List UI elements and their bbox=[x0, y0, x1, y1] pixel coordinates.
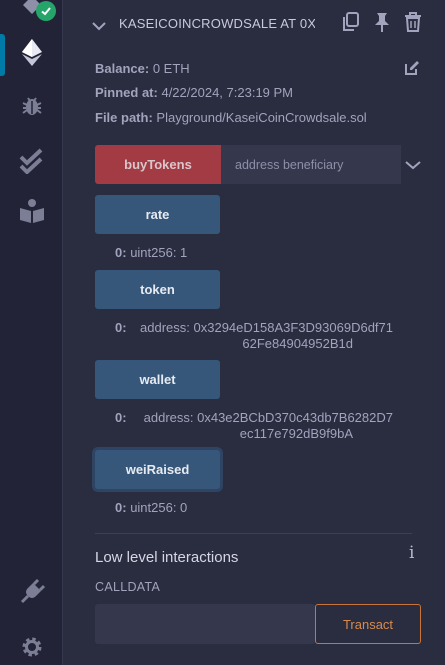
token-result-index: 0: bbox=[115, 320, 127, 335]
weiraised-result: 0: uint256: 0 bbox=[115, 500, 188, 515]
balance-info: Balance: 0 ETH bbox=[95, 61, 190, 76]
testing-tab[interactable] bbox=[0, 141, 63, 185]
contract-header: KASEICOINCROWDSALE AT 0X80 bbox=[64, 0, 445, 50]
rate-button[interactable]: rate bbox=[95, 195, 220, 234]
learn-book-icon bbox=[18, 198, 46, 229]
solidity-ethereum-icon bbox=[18, 37, 46, 72]
learneth-tab[interactable] bbox=[0, 191, 63, 235]
solidity-tab[interactable] bbox=[0, 32, 63, 76]
buy-tokens-button[interactable]: buyTokens bbox=[95, 145, 221, 184]
low-level-title: Low level interactions bbox=[95, 549, 239, 566]
plugin-manager-tab[interactable] bbox=[0, 572, 63, 616]
contract-title: KASEICOINCROWDSALE AT 0X80 bbox=[119, 16, 315, 31]
icon-sidebar bbox=[0, 0, 63, 665]
rate-result: 0: uint256: 1 bbox=[115, 245, 188, 260]
pin-icon[interactable] bbox=[374, 12, 390, 37]
wallet-result-index: 0: bbox=[115, 410, 127, 425]
copy-icon[interactable] bbox=[342, 12, 360, 37]
trash-icon[interactable] bbox=[404, 12, 422, 37]
expand-params-chevron-icon[interactable] bbox=[405, 157, 421, 175]
transact-button[interactable]: Transact bbox=[315, 604, 421, 644]
weiraised-button[interactable]: weiRaised bbox=[95, 450, 220, 489]
token-button[interactable]: token bbox=[95, 270, 220, 309]
collapse-chevron-icon[interactable] bbox=[92, 18, 106, 36]
info-icon[interactable]: i bbox=[409, 543, 414, 563]
pinned-info: Pinned at: 4/22/2024, 7:23:19 PM bbox=[95, 85, 294, 100]
settings-tab[interactable] bbox=[0, 627, 63, 665]
debugger-icon bbox=[20, 94, 44, 123]
deployed-contract-panel: KASEICOINCROWDSALE AT 0X80 Balance: 0 ET… bbox=[64, 0, 445, 665]
contract-actions bbox=[342, 12, 422, 37]
calldata-input[interactable] bbox=[95, 604, 315, 644]
beneficiary-address-input[interactable]: address beneficiary bbox=[221, 145, 401, 184]
edit-icon[interactable] bbox=[404, 60, 420, 81]
wallet-button[interactable]: wallet bbox=[95, 360, 220, 399]
calldata-label: CALLDATA bbox=[95, 580, 161, 594]
section-divider bbox=[95, 533, 412, 534]
token-result: address: 0x3294eD158A3F3D93069D6df71 62F… bbox=[140, 320, 393, 351]
wallet-result: address: 0x43e2BCbD370c43db7B6282D7 ec11… bbox=[143, 410, 393, 441]
success-check-icon bbox=[36, 1, 56, 21]
debugger-tab[interactable] bbox=[0, 86, 63, 130]
test-checks-icon bbox=[18, 148, 46, 179]
filepath-info: File path: Playground/KaseiCoinCrowdsale… bbox=[95, 110, 367, 125]
buy-tokens-row: buyTokens address beneficiary bbox=[95, 145, 401, 184]
settings-gear-icon bbox=[20, 635, 44, 664]
plugin-icon bbox=[19, 578, 45, 610]
